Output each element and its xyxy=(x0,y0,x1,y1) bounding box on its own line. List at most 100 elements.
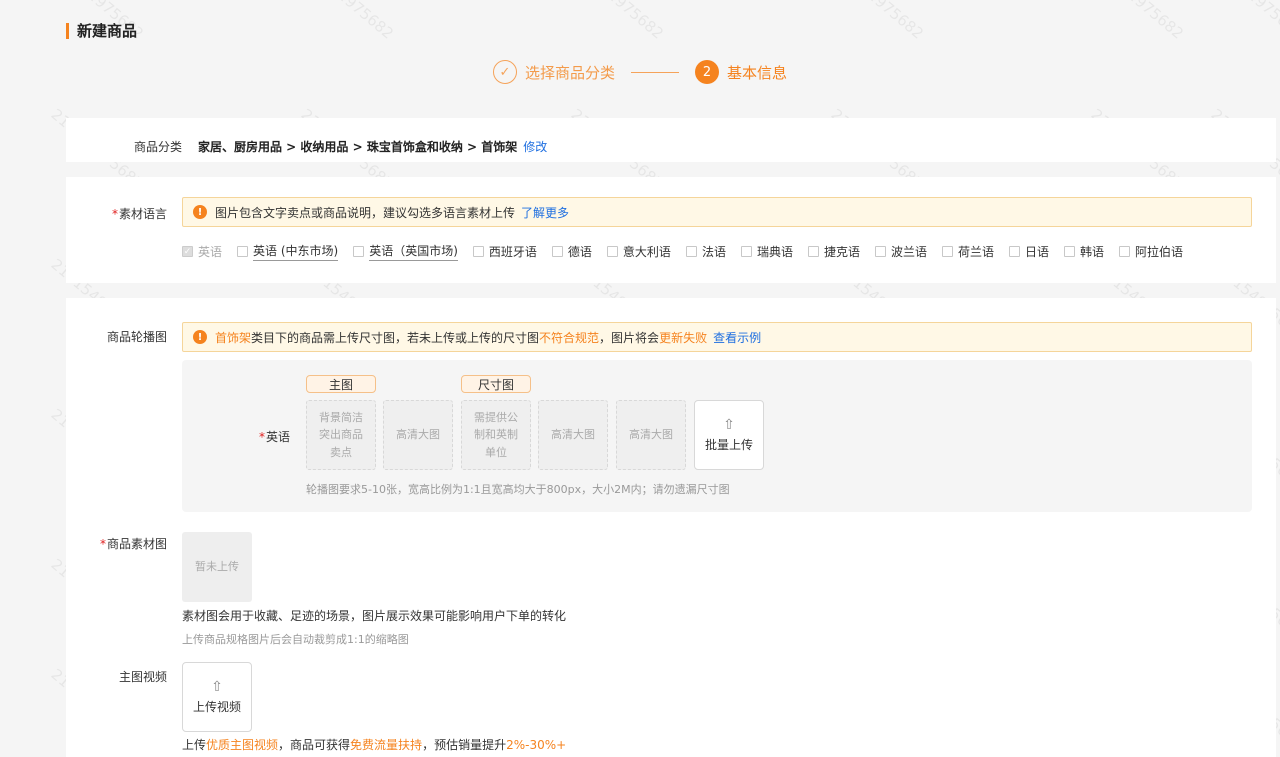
language-option-label: 波兰语 xyxy=(890,245,927,259)
product-images-card: 商品轮播图 ! 首饰架 类目下的商品需上传尺寸图，若未上传或上传的尺寸图 不符合… xyxy=(66,298,1276,757)
checkbox[interactable] xyxy=(1119,246,1131,257)
page-title: 新建商品 xyxy=(66,20,137,41)
checkbox[interactable] xyxy=(1009,246,1021,257)
checkbox[interactable] xyxy=(685,246,697,257)
category-card: 商品分类 家居、厨房用品 > 收纳用品 > 珠宝首饰盒和收纳 > 首饰架 修改 xyxy=(66,118,1276,162)
language-option: ✓ 英语 xyxy=(182,243,222,260)
material-language-label-text: 素材语言 xyxy=(118,207,167,221)
page-title-text: 新建商品 xyxy=(77,22,138,40)
step-basic-info: 2 基本信息 xyxy=(695,60,787,84)
checkbox[interactable] xyxy=(237,246,249,257)
language-option-label: 英语 (中东市场) xyxy=(253,242,339,261)
language-option-label: 意大利语 xyxy=(622,245,671,259)
checkbox[interactable] xyxy=(874,246,886,257)
checkbox[interactable] xyxy=(606,246,618,257)
checkbox[interactable] xyxy=(551,246,563,257)
video-label: 主图视频 xyxy=(118,670,167,684)
upload-icon: ⇧ xyxy=(211,678,223,695)
language-option-label: 日语 xyxy=(1025,245,1050,259)
view-example-link[interactable]: 查看示例 xyxy=(713,329,761,346)
notice-text: 图片包含文字卖点或商品说明，建议勾选多语言素材上传 xyxy=(215,205,516,220)
category-path: 家居、厨房用品 > 收纳用品 > 珠宝首饰盒和收纳 > 首饰架 修改 xyxy=(198,138,547,155)
image-slot[interactable]: 高清大图 xyxy=(616,400,686,470)
language-option-label: 英语（英国市场) xyxy=(369,242,458,261)
watermark: 216154975682 xyxy=(298,0,397,43)
title-accent-bar xyxy=(66,22,69,39)
language-option[interactable]: 日语 xyxy=(1009,243,1049,260)
warning-icon: ! xyxy=(193,330,207,344)
check-icon: ✓ xyxy=(492,60,517,84)
watermark: 216154975682 xyxy=(1208,0,1280,43)
video-desc-highlight: 优质主图视频 xyxy=(206,738,279,752)
language-option-label: 西班牙语 xyxy=(488,245,537,259)
notice-text: 类目下的商品需上传尺寸图，若未上传或上传的尺寸图 xyxy=(251,330,540,345)
checkbox[interactable] xyxy=(942,246,953,257)
material-language-card: *素材语言 ! 图片包含文字卖点或商品说明，建议勾选多语言素材上传 了解更多 ✓… xyxy=(66,177,1276,283)
warning-icon: ! xyxy=(193,205,207,219)
bulk-upload-button[interactable]: ⇧ 批量上传 xyxy=(694,400,764,470)
material-image-label-text: 商品素材图 xyxy=(106,537,167,551)
video-desc-highlight: 2%-30%+ xyxy=(506,738,567,752)
watermark: 216154975682 xyxy=(568,0,667,43)
image-slot-main[interactable]: 背景简洁 突出商品 卖点 xyxy=(306,400,376,470)
image-slot[interactable]: 高清大图 xyxy=(383,400,453,470)
step-number: 2 xyxy=(695,60,719,84)
required-mark: * xyxy=(99,537,106,551)
language-option-label: 瑞典语 xyxy=(756,245,793,259)
edit-category-link[interactable]: 修改 xyxy=(523,140,547,154)
image-slot-size[interactable]: 需提供公 制和英制 单位 xyxy=(461,400,531,470)
required-mark: * xyxy=(111,207,118,221)
material-image-desc: 素材图会用于收藏、足迹的场景，图片展示效果可能影响用户下单的转化 xyxy=(182,609,567,623)
material-language-label: *素材语言 xyxy=(86,205,167,222)
video-desc-highlight: 免费流量扶持 xyxy=(350,738,423,752)
video-desc: 上传优质主图视频，商品可获得免费流量扶持，预估销量提升2%-30%+ xyxy=(182,736,566,753)
checkbox[interactable] xyxy=(1064,246,1076,257)
checkbox[interactable] xyxy=(807,246,819,257)
bulk-upload-label: 批量上传 xyxy=(704,437,753,452)
watermark: 216154975682 xyxy=(828,0,927,43)
language-option[interactable]: 英语（英国市场) xyxy=(353,242,458,261)
language-checkbox-group: ✓ 英语 英语 (中东市场) 英语（英国市场) 西班牙语 德语 意大利语 法语 瑞典语 捷克语 波兰… xyxy=(182,242,1198,261)
step-label: 选择商品分类 xyxy=(524,63,615,82)
carousel-label: 商品轮播图 xyxy=(106,330,167,344)
language-option-label: 捷克语 xyxy=(823,245,860,259)
material-image-placeholder[interactable]: 暂未上传 xyxy=(182,532,252,602)
language-option[interactable]: 西班牙语 xyxy=(472,243,537,260)
step-label: 基本信息 xyxy=(727,63,788,82)
checkbox[interactable] xyxy=(472,246,484,257)
checkbox[interactable] xyxy=(740,246,752,257)
checkbox[interactable] xyxy=(353,246,365,257)
main-image-tag: 主图 xyxy=(306,375,376,393)
carousel-notice: ! 首饰架 类目下的商品需上传尺寸图，若未上传或上传的尺寸图 不符合规范 ，图片… xyxy=(182,322,1252,352)
language-option[interactable]: 瑞典语 xyxy=(740,243,793,260)
material-image-hint: 上传商品规格图片后会自动裁剪成1:1的缩略图 xyxy=(182,633,409,646)
language-option-label: 德语 xyxy=(567,245,592,259)
watermark: 216154975682 xyxy=(1088,0,1187,43)
notice-nonconforming: 不符合规范 xyxy=(539,330,600,345)
upload-icon: ⇧ xyxy=(723,416,735,433)
stepper: ✓ 选择商品分类 2 基本信息 xyxy=(0,60,1280,84)
language-option[interactable]: 英语 (中东市场) xyxy=(237,242,339,261)
material-image-label: *商品素材图 xyxy=(86,535,167,552)
video-desc-text: 上传 xyxy=(182,738,207,752)
learn-more-link[interactable]: 了解更多 xyxy=(521,204,569,221)
upload-video-button[interactable]: ⇧ 上传视频 xyxy=(182,662,252,732)
notice-update-failed: 更新失败 xyxy=(659,330,708,345)
language-option[interactable]: 韩语 xyxy=(1064,243,1104,260)
category-label: 商品分类 xyxy=(133,140,182,154)
required-mark: * xyxy=(258,430,265,444)
language-option[interactable]: 荷兰语 xyxy=(942,243,994,260)
language-option[interactable]: 波兰语 xyxy=(874,243,927,260)
language-notice: ! 图片包含文字卖点或商品说明，建议勾选多语言素材上传 了解更多 xyxy=(182,197,1252,227)
language-option[interactable]: 阿拉伯语 xyxy=(1119,243,1183,260)
language-option[interactable]: 意大利语 xyxy=(606,243,671,260)
language-option[interactable]: 捷克语 xyxy=(807,243,860,260)
language-option[interactable]: 法语 xyxy=(685,243,726,260)
carousel-lang-text: 英语 xyxy=(265,430,290,444)
language-option-label: 阿拉伯语 xyxy=(1135,245,1184,259)
step-select-category[interactable]: ✓ 选择商品分类 xyxy=(492,60,615,84)
notice-category: 首饰架 xyxy=(215,330,252,345)
image-slot[interactable]: 高清大图 xyxy=(538,400,608,470)
category-path-text: 家居、厨房用品 > 收纳用品 > 珠宝首饰盒和收纳 > 首饰架 xyxy=(198,140,518,154)
language-option[interactable]: 德语 xyxy=(551,243,592,260)
